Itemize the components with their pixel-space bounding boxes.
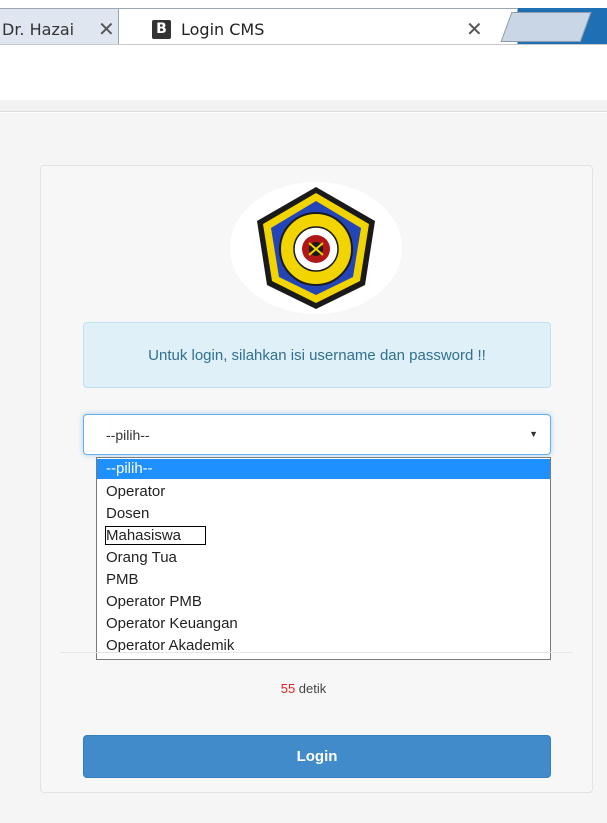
option-operator-keuangan[interactable]: Operator Keuangan: [97, 614, 550, 634]
tab-inactive-title[interactable]: Dr. Hazai: [2, 20, 74, 39]
role-dropdown-list[interactable]: --pilih-- Operator Dosen Mahasiswa Orang…: [96, 457, 551, 660]
new-tab-button[interactable]: [500, 12, 592, 42]
browser-tab-strip: Dr. Hazai ✕ B Login CMS ✕: [0, 0, 607, 44]
browser-toolbar: [0, 44, 607, 104]
tab-active-close-icon[interactable]: ✕: [466, 17, 483, 41]
option-operator-akademik[interactable]: Operator Akademik: [97, 636, 550, 656]
role-select[interactable]: --pilih-- ▼: [83, 414, 551, 455]
form-divider: [60, 652, 573, 653]
university-logo-icon: [230, 182, 402, 314]
option-orang-tua[interactable]: Orang Tua: [97, 548, 550, 568]
login-notice-alert: Untuk login, silahkan isi username dan p…: [83, 322, 551, 388]
login-button[interactable]: Login: [83, 735, 551, 778]
option-pilih[interactable]: --pilih--: [97, 459, 550, 479]
tab-inactive-close-icon[interactable]: ✕: [98, 17, 115, 41]
tab-active-title[interactable]: Login CMS: [181, 20, 264, 39]
option-pmb[interactable]: PMB: [97, 570, 550, 590]
option-operator[interactable]: Operator: [97, 482, 550, 502]
caret-down-icon: ▼: [529, 429, 538, 439]
role-select-value: --pilih--: [106, 427, 150, 443]
option-dosen[interactable]: Dosen: [97, 504, 550, 524]
option-mahasiswa[interactable]: Mahasiswa: [97, 526, 550, 546]
countdown-timer: 55 detik: [0, 681, 607, 696]
timer-unit: detik: [295, 681, 327, 696]
bootstrap-favicon-icon: B: [152, 20, 171, 39]
toolbar-separator: [0, 100, 607, 112]
timer-seconds: 55: [280, 681, 296, 696]
option-operator-pmb[interactable]: Operator PMB: [97, 592, 550, 612]
tab-active[interactable]: [118, 8, 518, 44]
